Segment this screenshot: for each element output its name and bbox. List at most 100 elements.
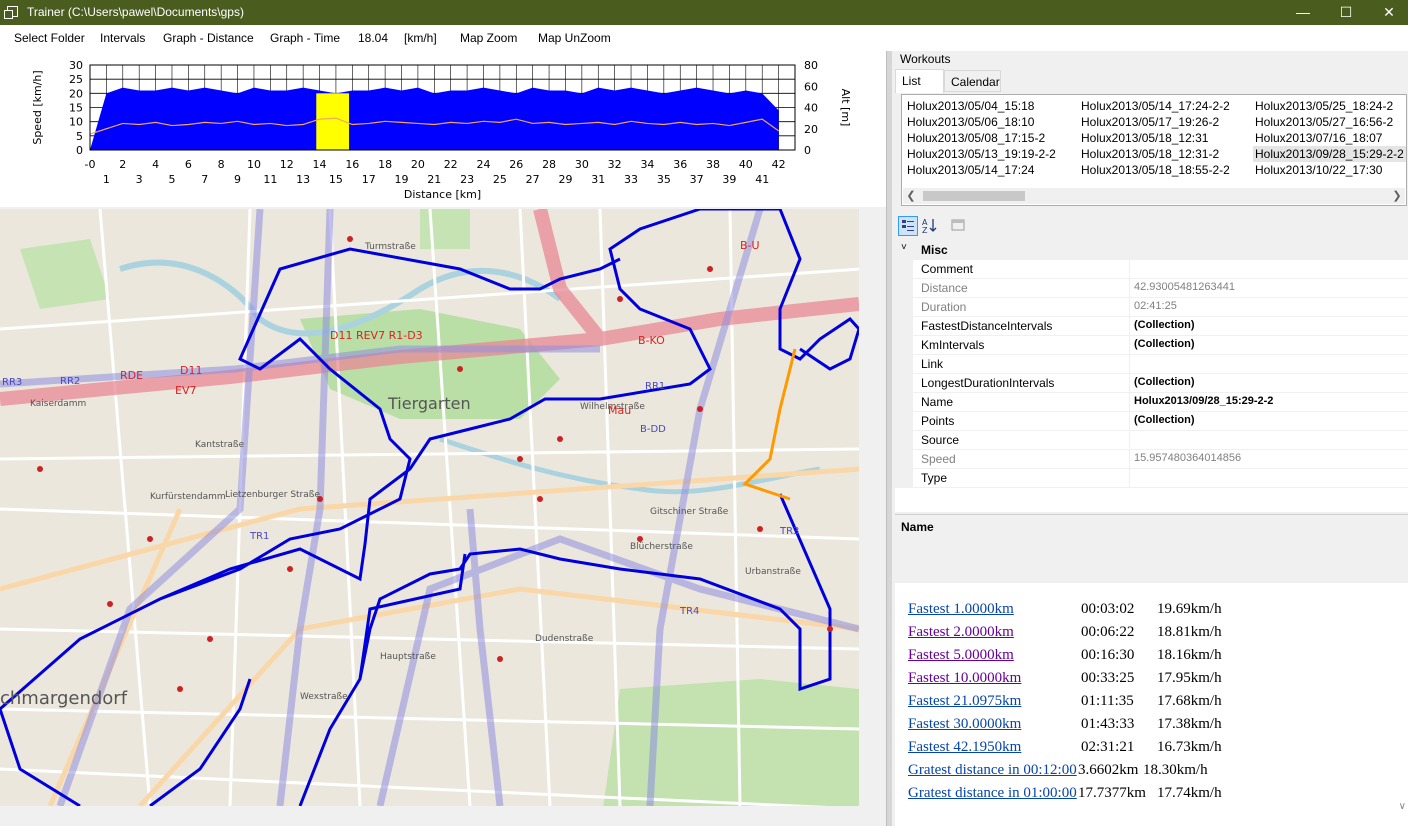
menu-graph-time[interactable]: Graph - Time xyxy=(270,31,340,45)
property-name: Name xyxy=(921,395,954,409)
property-row[interactable]: Comment xyxy=(895,259,1408,279)
menu-intervals[interactable]: Intervals xyxy=(100,31,145,45)
interval-link[interactable]: Fastest 2.0000km xyxy=(908,624,1014,640)
property-row[interactable]: Distance 42.93005481263441 xyxy=(895,278,1408,298)
x-tick-label: 30 xyxy=(575,158,589,171)
categorized-icon[interactable] xyxy=(898,216,918,236)
category-row[interactable]: ˅ Misc xyxy=(895,240,1408,260)
workout-item[interactable]: Holux2013/05/14_17:24-2-2 xyxy=(1081,99,1230,113)
interval-link[interactable]: Fastest 5.0000km xyxy=(908,647,1014,663)
interval-link[interactable]: Fastest 30.0000km xyxy=(908,716,1021,732)
column-divider[interactable] xyxy=(1129,354,1130,373)
property-value[interactable]: 15.957480364014856 xyxy=(1134,452,1241,464)
column-divider[interactable] xyxy=(1129,411,1130,430)
property-row[interactable]: FastestDistanceIntervals (Collection) xyxy=(895,316,1408,336)
menu-map-zoom[interactable]: Map Zoom xyxy=(460,31,517,45)
property-grid[interactable]: ˅ Misc Comment Distance 42.93005481263441 D… xyxy=(895,240,1408,512)
menu-graph-distance[interactable]: Graph - Distance xyxy=(163,31,254,45)
row-gutter xyxy=(895,297,913,316)
interval-speed: 17.68km/h xyxy=(1157,693,1222,709)
workout-item[interactable]: Holux2013/05/27_16:56-2 xyxy=(1255,115,1393,129)
property-row[interactable]: Duration 02:41:25 xyxy=(895,297,1408,317)
property-row[interactable]: Name Holux2013/09/28_15:29-2-2 xyxy=(895,392,1408,412)
property-row[interactable]: Source xyxy=(895,430,1408,450)
collapse-icon[interactable]: ˅ xyxy=(901,242,907,253)
interval-link[interactable]: Fastest 1.0000km xyxy=(908,601,1014,617)
sort-alphabetical-icon[interactable]: AZ xyxy=(921,216,941,236)
interval-link[interactable]: Fastest 42.1950km xyxy=(908,739,1021,755)
menu-speed-value[interactable]: 18.04 xyxy=(358,31,388,45)
property-row[interactable]: Points (Collection) xyxy=(895,411,1408,431)
close-button[interactable]: ✕ xyxy=(1366,0,1408,25)
property-row[interactable]: KmIntervals (Collection) xyxy=(895,335,1408,355)
column-divider[interactable] xyxy=(1129,373,1130,392)
interval-link[interactable]: Fastest 21.0975km xyxy=(908,693,1021,709)
scroll-left-icon[interactable]: ❮ xyxy=(903,188,919,204)
scroll-thumb[interactable] xyxy=(923,191,1025,201)
map-canvas[interactable]: Tiergarten chmargendorf Turmstraße Kaise… xyxy=(0,209,859,806)
splitter[interactable] xyxy=(886,51,892,826)
property-row[interactable]: Link xyxy=(895,354,1408,374)
menu-select-folder[interactable]: Select Folder xyxy=(14,31,85,45)
property-value[interactable]: 02:41:25 xyxy=(1134,300,1177,312)
property-row[interactable]: LongestDurationIntervals (Collection) xyxy=(895,373,1408,393)
menu-speed-unit[interactable]: [km/h] xyxy=(404,31,437,45)
workout-item[interactable]: Holux2013/05/18_18:55-2-2 xyxy=(1081,163,1230,177)
scroll-right-icon[interactable]: ❯ xyxy=(1389,188,1405,204)
workout-item[interactable]: Holux2013/10/22_17:30 xyxy=(1255,163,1382,177)
workout-item[interactable]: Holux2013/05/04_15:18 xyxy=(907,99,1034,113)
column-divider[interactable] xyxy=(1129,449,1130,468)
property-pages-icon[interactable] xyxy=(949,216,969,236)
workout-item[interactable]: Holux2013/05/17_19:26-2 xyxy=(1081,115,1219,129)
column-divider[interactable] xyxy=(1129,316,1130,335)
property-value[interactable]: (Collection) xyxy=(1134,414,1195,426)
street-label: Lietzenburger Straße xyxy=(225,490,320,500)
workout-item[interactable]: Holux2013/05/18_12:31 xyxy=(1081,131,1208,145)
scroll-down-icon[interactable]: ∨ xyxy=(1399,801,1406,812)
property-value[interactable]: (Collection) xyxy=(1134,319,1195,331)
workout-item-selected[interactable]: Holux2013/09/28_15:29-2-2 xyxy=(1253,146,1406,162)
workout-item[interactable]: Holux2013/05/08_17:15-2 xyxy=(907,131,1045,145)
x-tick-label: 4 xyxy=(152,158,159,171)
minimize-button[interactable]: — xyxy=(1280,0,1326,25)
menu-map-unzoom[interactable]: Map UnZoom xyxy=(538,31,611,45)
property-value[interactable]: (Collection) xyxy=(1134,376,1195,388)
interval-link[interactable]: Gratest distance in 00:12:00 xyxy=(908,762,1077,778)
x-tick-label: 25 xyxy=(493,173,507,186)
workout-item[interactable]: Holux2013/05/14_17:24 xyxy=(907,163,1034,177)
column-divider[interactable] xyxy=(1129,259,1130,278)
property-value[interactable]: (Collection) xyxy=(1134,338,1195,350)
tab-calendar[interactable]: Calendar xyxy=(944,70,1001,92)
column-divider[interactable] xyxy=(1129,468,1130,487)
speed-altitude-graph[interactable]: 0 5 10 15 20 25 30 0 20 40 60 80 -0 2 4 6 8 10 12 14 16 18 20 2… xyxy=(0,51,886,207)
x-tick-label: 19 xyxy=(395,173,409,186)
maximize-button[interactable]: ☐ xyxy=(1323,0,1369,25)
property-row[interactable]: Type xyxy=(895,468,1408,488)
x-tick-label: 40 xyxy=(739,158,753,171)
interval-link[interactable]: Gratest distance in 01:00:00 xyxy=(908,785,1077,801)
column-divider[interactable] xyxy=(1129,278,1130,297)
column-divider[interactable] xyxy=(1129,430,1130,449)
property-value[interactable]: 42.93005481263441 xyxy=(1134,281,1235,293)
route-label: RR1 xyxy=(645,381,665,392)
horizontal-scrollbar[interactable]: ❮ ❯ xyxy=(903,188,1405,204)
workout-item[interactable]: Holux2013/05/25_18:24-2 xyxy=(1255,99,1393,113)
street-label: Wexstraße xyxy=(300,692,348,702)
route-map[interactable]: Tiergarten chmargendorf Turmstraße Kaise… xyxy=(0,209,859,806)
workout-item[interactable]: Holux2013/05/13_19:19-2-2 xyxy=(907,147,1056,161)
interval-time: 01:43:33 xyxy=(1081,716,1135,732)
title-bar: Trainer (C:\Users\pawel\Documents\gps) —… xyxy=(0,0,1408,25)
workout-item[interactable]: Holux2013/07/16_18:07 xyxy=(1255,131,1382,145)
y-tick-label: 30 xyxy=(69,59,83,72)
column-divider[interactable] xyxy=(1129,392,1130,411)
property-value[interactable]: Holux2013/09/28_15:29-2-2 xyxy=(1134,395,1273,407)
column-divider[interactable] xyxy=(1129,335,1130,354)
graph-canvas[interactable]: 051015202530020406080-0 2 4 6 8 10 12 14 16 18 20 2… xyxy=(0,51,886,207)
property-row[interactable]: Speed 15.957480364014856 xyxy=(895,449,1408,469)
workout-item[interactable]: Holux2013/05/18_12:31-2 xyxy=(1081,147,1219,161)
interval-link[interactable]: Fastest 10.0000km xyxy=(908,670,1021,686)
column-divider[interactable] xyxy=(1129,297,1130,316)
workout-item[interactable]: Holux2013/05/06_18:10 xyxy=(907,115,1034,129)
tab-list[interactable]: List xyxy=(895,69,944,93)
workouts-list[interactable]: Holux2013/05/04_15:18 Holux2013/05/06_18… xyxy=(901,94,1407,206)
